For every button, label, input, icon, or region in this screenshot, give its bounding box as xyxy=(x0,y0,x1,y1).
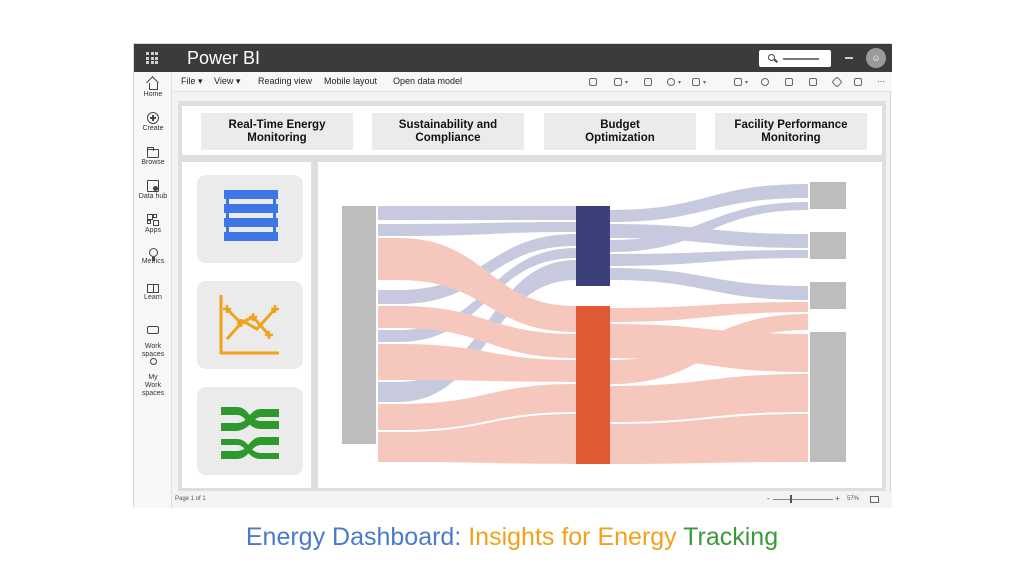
stage: Power BI ☺ Home Create Browse Data hub A… xyxy=(0,0,1024,586)
icon-panel xyxy=(182,162,311,488)
target-node xyxy=(810,232,846,259)
more-options-icon[interactable] xyxy=(845,57,853,59)
tab-facility-performance-monitoring[interactable]: Facility Performance Monitoring xyxy=(715,113,867,150)
nav-item-label: Data hub xyxy=(138,193,168,200)
table-icon[interactable] xyxy=(614,78,622,86)
fit-to-page-icon[interactable] xyxy=(870,496,879,503)
status-bar: Page 1 of 1 - + 57% xyxy=(173,492,892,508)
teams-icon[interactable] xyxy=(692,78,700,86)
chart-icon xyxy=(219,295,279,355)
subscribe-icon[interactable] xyxy=(785,78,793,86)
edit-icon[interactable] xyxy=(831,76,843,88)
flow-icon xyxy=(221,407,279,459)
nav-item-label: Browse xyxy=(141,159,165,166)
chevron-down-icon: ▾ xyxy=(703,80,707,86)
report-toolbar: File ▾ View ▾ Reading view Mobile layout… xyxy=(173,72,892,92)
nav-item-browse[interactable]: Browse xyxy=(134,146,172,167)
data-hub-icon xyxy=(147,180,159,192)
tab-sustainability-and-compliance[interactable]: Sustainability and Compliance xyxy=(372,113,524,150)
search-input[interactable] xyxy=(759,50,831,67)
list-card[interactable] xyxy=(197,175,303,263)
orange-node xyxy=(576,306,610,464)
bookmark-icon[interactable] xyxy=(644,78,652,86)
tab-real-time-energy-monitoring[interactable]: Real-Time Energy Monitoring xyxy=(201,113,353,150)
metrics-icon xyxy=(148,248,158,261)
refresh-icon[interactable] xyxy=(761,78,769,86)
nav-rail: Home Create Browse Data hub Apps Metrics xyxy=(134,72,172,508)
tab-label: Budget Optimization xyxy=(585,118,655,144)
chevron-down-icon: ▾ xyxy=(233,76,241,86)
chevron-down-icon: ▾ xyxy=(625,80,629,86)
zoom-in-button[interactable]: + xyxy=(835,494,840,503)
report-canvas: Real-Time Energy Monitoring Sustainabili… xyxy=(178,101,886,491)
zoom-level: 57% xyxy=(847,496,860,502)
tab-label: Facility Performance Monitoring xyxy=(734,118,848,144)
avatar[interactable]: ☺ xyxy=(866,48,886,68)
share-icon[interactable] xyxy=(667,78,675,86)
caption-part-2: Insights for Energy xyxy=(468,523,677,551)
nav-item-label: Create xyxy=(142,125,164,132)
search-placeholder-bar xyxy=(783,58,819,60)
page-indicator: Page 1 of 1 xyxy=(175,496,206,502)
zoom-out-button[interactable]: - xyxy=(767,494,770,503)
app-title: Power BI xyxy=(187,48,261,68)
target-node xyxy=(810,332,846,462)
nav-item-label: My Work spaces xyxy=(141,374,165,397)
nav-item-create[interactable]: Create xyxy=(134,112,172,133)
title-bar: Power BI ☺ xyxy=(134,44,892,72)
nav-item-metrics[interactable]: Metrics xyxy=(134,248,172,266)
zoom-slider-thumb[interactable] xyxy=(790,495,792,503)
tab-label: Sustainability and Compliance xyxy=(398,118,498,144)
file-menu[interactable]: File ▾ xyxy=(181,76,203,87)
book-icon xyxy=(147,284,159,293)
nav-item-label: Home xyxy=(143,91,163,98)
app-launcher-icon[interactable] xyxy=(146,52,158,64)
search-icon xyxy=(768,54,775,61)
nav-item-apps[interactable]: Apps xyxy=(134,214,172,235)
chevron-down-icon: ▾ xyxy=(678,80,682,86)
zoom-slider[interactable] xyxy=(773,499,833,500)
comment-icon[interactable] xyxy=(589,78,597,86)
person-icon xyxy=(149,358,157,365)
folder-icon xyxy=(147,147,159,158)
favorite-icon[interactable] xyxy=(854,78,862,86)
blue-node xyxy=(576,206,610,286)
more-icon[interactable]: ⋯ xyxy=(877,78,885,86)
sankey-visual[interactable] xyxy=(318,162,882,488)
power-bi-window: Power BI ☺ Home Create Browse Data hub A… xyxy=(133,43,892,508)
list-icon xyxy=(224,190,278,241)
file-menu-label: File xyxy=(181,76,196,86)
reading-view-button[interactable]: Reading view xyxy=(258,76,312,87)
home-icon xyxy=(148,83,158,90)
caption-part-1: Energy Dashboard: xyxy=(245,523,462,551)
target-node xyxy=(810,182,846,209)
nav-item-my-workspaces[interactable]: My Work spaces xyxy=(134,350,172,398)
sankey-chart xyxy=(342,182,846,464)
caption-part-3: Tracking xyxy=(683,523,779,551)
tab-budget-optimization[interactable]: Budget Optimization xyxy=(544,113,696,150)
nav-item-label: Learn xyxy=(144,294,162,301)
flow-card[interactable] xyxy=(197,387,303,475)
create-icon xyxy=(147,112,159,124)
nav-item-label: Apps xyxy=(145,227,161,234)
open-data-model-button[interactable]: Open data model xyxy=(393,76,462,87)
save-icon[interactable] xyxy=(809,78,817,86)
chart-card[interactable] xyxy=(197,281,303,369)
nav-item-home[interactable]: Home xyxy=(134,78,172,99)
chevron-down-icon: ▾ xyxy=(745,80,749,86)
view-menu-label: View xyxy=(214,76,234,86)
view-menu[interactable]: View ▾ xyxy=(214,76,240,87)
target-node xyxy=(810,282,846,309)
workspaces-icon xyxy=(147,326,159,334)
report-header: Real-Time Energy Monitoring Sustainabili… xyxy=(182,106,882,155)
nav-item-data-hub[interactable]: Data hub xyxy=(134,180,172,201)
tab-label: Real-Time Energy Monitoring xyxy=(228,118,326,144)
caption: Energy Dashboard: Insights for Energy Tr… xyxy=(0,522,1024,552)
apps-icon xyxy=(147,214,159,226)
source-node xyxy=(342,206,376,444)
chevron-down-icon: ▾ xyxy=(195,76,203,86)
mobile-layout-button[interactable]: Mobile layout xyxy=(324,76,377,87)
nav-item-learn[interactable]: Learn xyxy=(134,282,172,302)
export-icon[interactable] xyxy=(734,78,742,86)
